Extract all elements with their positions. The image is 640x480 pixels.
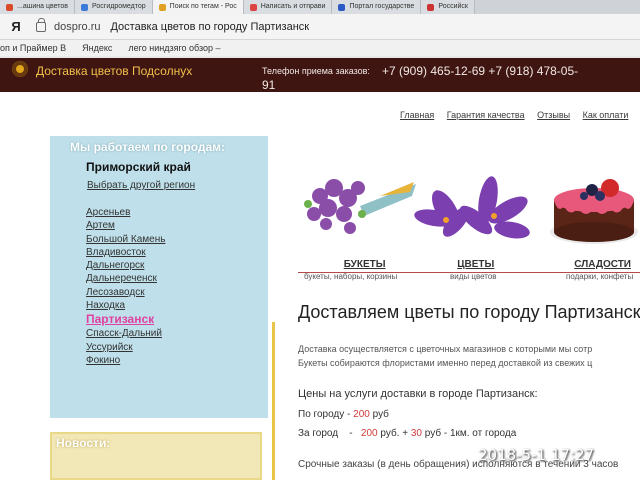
bookmark-item[interactable]: Яндекс — [82, 43, 112, 53]
column-divider — [272, 322, 275, 480]
flowers-image[interactable] — [412, 172, 540, 244]
browser-tab[interactable]: Российск — [421, 0, 475, 14]
address-bar[interactable]: Я dospro.ru Доставка цветов по городу Па… — [0, 14, 640, 40]
phone-numbers: +7 (909) 465-12-69 +7 (918) 478-05- — [382, 64, 579, 78]
tab-favicon-icon — [158, 3, 166, 11]
price-dash: - — [349, 428, 353, 439]
price-extra: 30 — [410, 428, 422, 439]
tab-favicon-icon — [338, 3, 346, 11]
sunflower-logo-icon — [12, 61, 28, 77]
delivery-prices-title: Цены на услуги доставки в городе Партиза… — [298, 388, 538, 400]
intro-paragraph: Доставка осуществляется с цветочных мага… — [298, 344, 593, 354]
page-title-in-address: Доставка цветов по городу Партизанск — [110, 20, 310, 33]
category-subtitle: подарки, конфеты — [566, 272, 634, 281]
price-unit: руб - 1км. от города — [424, 428, 517, 439]
phone-numbers-wrap: 91 — [262, 78, 276, 92]
price-mid: руб. + — [380, 428, 409, 439]
nav-link-payment[interactable]: Как оплати — [583, 110, 629, 120]
nav-link-home[interactable]: Главная — [400, 110, 434, 120]
browser-tab[interactable]: Написать и отправи — [243, 0, 333, 14]
browser-tab[interactable]: Росгидромедтор — [75, 0, 153, 14]
price-label: За город — [298, 428, 339, 439]
category-title[interactable]: СЛАДОСТИ — [572, 259, 633, 270]
tab-favicon-icon — [81, 3, 89, 11]
city-list: Арсеньев Артем Большой Камень Владивосто… — [86, 206, 165, 367]
main-heading: Доставляем цветы по городу Партизанск — [298, 302, 640, 322]
bouquet-image[interactable] — [300, 166, 418, 242]
city-link[interactable]: Фокино — [86, 354, 165, 367]
price-unit: руб — [372, 409, 389, 420]
city-link[interactable]: Лесозаводск — [86, 286, 165, 299]
news-panel: Новости: — [50, 432, 262, 480]
city-link[interactable]: Владивосток — [86, 246, 165, 259]
nav-link-quality[interactable]: Гарантия качества — [447, 110, 525, 120]
phone-label: Телефон приема заказов: — [262, 66, 370, 76]
city-panel-title: Мы работаем по городам: — [70, 140, 226, 154]
top-navigation: Главная Гарантия качества Отзывы Как опл… — [400, 110, 638, 120]
change-region-link[interactable]: Выбрать другой регион — [87, 180, 195, 191]
city-link[interactable]: Дальнереченск — [86, 272, 165, 285]
city-link[interactable]: Спасск-Дальний — [86, 327, 165, 340]
tab-label: Российск — [438, 3, 468, 10]
category-sweets[interactable]: СЛАДОСТИ подарки, конфеты — [566, 259, 633, 281]
browser-tab[interactable]: Портал государстве — [332, 0, 422, 14]
browser-tab[interactable]: ...ашина цветов — [0, 0, 76, 14]
city-panel: Мы работаем по городам: Приморский край … — [50, 136, 268, 418]
region-name: Приморский край — [86, 160, 191, 174]
site-name[interactable]: Доставка цветов Подсолнух — [36, 64, 192, 78]
tab-label: Портал государстве — [349, 3, 415, 10]
browser-tab-strip: ...ашина цветов Росгидромедтор Поиск по … — [0, 0, 640, 14]
category-divider — [298, 272, 640, 273]
category-subtitle: букеты, наборы, корзины — [304, 272, 398, 281]
category-title[interactable]: БУКЕТЫ — [332, 259, 397, 270]
tab-favicon-icon — [6, 3, 13, 11]
tab-label: Написать и отправи — [260, 3, 326, 10]
site-header: Доставка цветов Подсолнух Телефон приема… — [0, 58, 640, 92]
page-content: Главная Гарантия качества Отзывы Как опл… — [0, 92, 640, 480]
nav-link-reviews[interactable]: Отзывы — [537, 110, 570, 120]
intro-paragraph: Букеты собираются флористами именно пере… — [298, 358, 593, 368]
photo-timestamp: 2018-5-1 17:27 — [478, 446, 595, 464]
category-bouquets[interactable]: БУКЕТЫ букеты, наборы, корзины — [304, 259, 397, 281]
city-link[interactable]: Дальнегорск — [86, 259, 165, 272]
tab-favicon-icon — [427, 3, 435, 11]
city-link[interactable]: Артем — [86, 219, 165, 232]
city-link[interactable]: Находка — [86, 299, 165, 312]
category-flowers[interactable]: ЦВЕТЫ виды цветов — [450, 259, 497, 281]
city-link[interactable]: Большой Камень — [86, 233, 165, 246]
url-domain[interactable]: dospro.ru — [54, 21, 100, 33]
browser-tab[interactable]: Поиск по тегам - Рос — [152, 0, 244, 14]
tab-label: ...ашина цветов — [17, 3, 69, 10]
price-city: По городу - 200 руб — [298, 409, 389, 420]
news-title: Новости: — [56, 436, 111, 450]
city-link-active[interactable]: Партизанск — [86, 312, 165, 327]
yandex-home-button[interactable]: Я — [6, 19, 26, 34]
tab-label: Поиск по тегам - Рос — [169, 3, 237, 10]
tab-label: Росгидромедтор — [92, 3, 146, 10]
bookmark-item[interactable]: оп и Праймер В — [0, 43, 66, 53]
price-value: 200 — [360, 428, 378, 439]
city-link[interactable]: Уссурийск — [86, 341, 165, 354]
tab-favicon-icon — [249, 3, 257, 11]
price-out-of-city: За город - 200 руб. + 30 руб - 1км. от г… — [298, 428, 516, 439]
category-title[interactable]: ЦВЕТЫ — [455, 259, 497, 270]
cake-image[interactable] — [548, 166, 640, 248]
bookmarks-bar: оп и Праймер В Яндекс лего ниндзяго обзо… — [0, 40, 640, 56]
lock-icon — [36, 17, 46, 32]
bookmark-item[interactable]: лего ниндзяго обзор – — [128, 43, 220, 53]
category-subtitle: виды цветов — [450, 272, 497, 281]
price-label: По городу - — [298, 409, 351, 420]
price-value: 200 — [353, 409, 370, 420]
city-link[interactable]: Арсеньев — [86, 206, 165, 219]
